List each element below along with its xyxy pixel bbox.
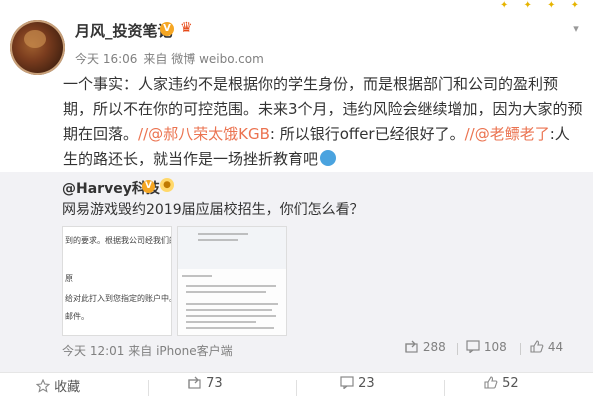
emoji-icon — [320, 150, 337, 166]
post-text-part: : 所以银行offer已经很好了。 — [269, 125, 465, 143]
image-text: 原 — [65, 274, 73, 283]
share-icon — [188, 376, 201, 389]
repost-comment-count: 108 — [483, 340, 507, 354]
post-text: 一个事实：人家违约不是根据你的学生身份，而是根据部门和公司的盈利预期，所以不在你… — [63, 72, 583, 172]
decoration-stars: ✦ ✦ ✦ ✦ — [500, 0, 586, 11]
repost-text: 网易游戏毁约2019届应届校招生，你们怎么看？ — [62, 202, 364, 218]
image-line — [186, 285, 276, 287]
repost-like-count: 44 — [547, 340, 564, 354]
share-icon — [405, 340, 418, 353]
image-line — [198, 239, 238, 241]
mention-link[interactable]: //@郝八荣太饿KGB — [138, 125, 270, 143]
favorite-label: 收藏 — [54, 380, 81, 395]
chevron-down-icon[interactable]: ▾ — [569, 22, 583, 36]
star-icon — [35, 378, 51, 393]
repost-comment-button[interactable]: 108 — [466, 340, 507, 354]
divider — [148, 380, 149, 396]
post-username[interactable]: 月风_投资笔记 — [75, 20, 173, 41]
post-source[interactable]: 微博 weibo.com — [171, 52, 264, 66]
repost-meta: 今天 12:01 来自 iPhone客户端 — [62, 342, 233, 359]
member-crown-icon: ♛ — [180, 20, 193, 36]
image-line — [186, 303, 278, 305]
image-text: 到的要求。根据我公司经我们的相 — [65, 236, 171, 245]
share-count: 73 — [206, 376, 223, 391]
repost-source-prefix: 来自 — [128, 344, 153, 358]
mention-link[interactable]: //@老鳔老了 — [465, 125, 550, 143]
image-line — [182, 275, 212, 277]
favorite-button[interactable]: 收藏 — [35, 376, 81, 395]
like-button[interactable]: 52 — [484, 376, 519, 391]
image-line — [186, 315, 276, 317]
divider — [296, 380, 297, 396]
image-line — [186, 309, 272, 311]
divider — [520, 343, 521, 355]
repost-share-count: 288 — [422, 340, 446, 354]
verified-icon: V — [142, 180, 155, 193]
weibo-post-card: ✦ ✦ ✦ ✦ 月风_投资笔记 V ♛ ▾ 今天 16:06 来自 微博 weib… — [0, 0, 593, 410]
verified-icon: V — [160, 22, 174, 36]
thumbs-up-icon — [484, 376, 498, 389]
medal-icon: ● — [160, 178, 174, 192]
image-line — [186, 291, 266, 293]
divider — [444, 380, 445, 396]
repost-time[interactable]: 今天 12:01 — [62, 344, 124, 358]
repost-like-button[interactable]: 44 — [530, 340, 563, 354]
repost-image-1[interactable]: 到的要求。根据我公司经我们的相 原 给对此打入到您指定的账户中。 邮件。 — [62, 226, 172, 336]
image-line — [186, 327, 274, 329]
repost-share-button[interactable]: 288 — [405, 340, 446, 354]
avatar[interactable] — [10, 20, 65, 75]
post-source-prefix: 来自 — [143, 52, 168, 66]
share-button[interactable]: 73 — [188, 376, 223, 391]
divider — [457, 343, 458, 355]
repost-source[interactable]: iPhone客户端 — [156, 344, 233, 358]
image-text: 给对此打入到您指定的账户中。 — [65, 294, 172, 303]
thumbs-up-icon — [530, 340, 544, 353]
image-line — [198, 233, 248, 235]
like-count: 52 — [502, 376, 519, 391]
image-line — [186, 321, 256, 323]
post-time[interactable]: 今天 16:06 — [75, 52, 137, 66]
comment-icon — [466, 340, 480, 354]
comment-count: 23 — [358, 376, 375, 391]
image-text: 邮件。 — [65, 312, 89, 321]
comment-icon — [340, 376, 354, 390]
comment-button[interactable]: 23 — [340, 376, 375, 391]
repost-image-2[interactable] — [177, 226, 287, 336]
post-meta: 今天 16:06 来自 微博 weibo.com — [75, 50, 264, 67]
